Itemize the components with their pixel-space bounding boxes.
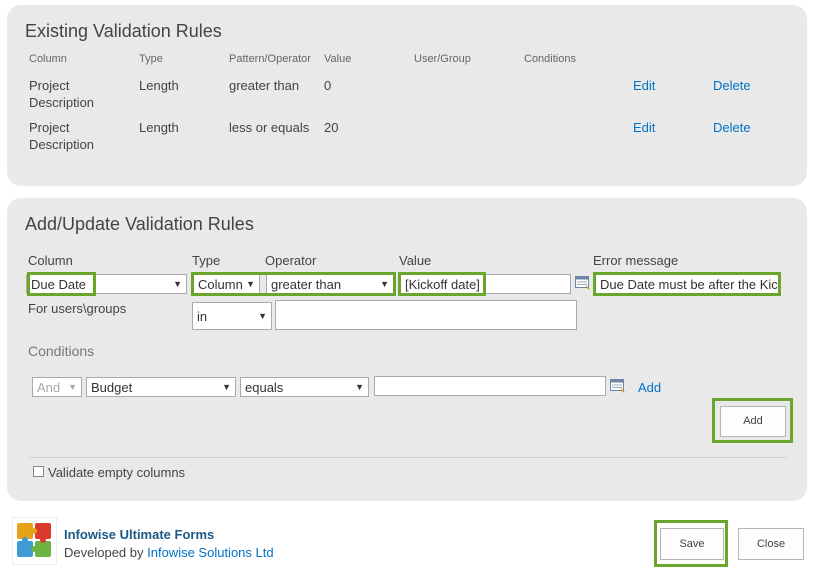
existing-rules-title: Existing Validation Rules xyxy=(25,21,222,41)
error-message-input[interactable]: Due Date must be after the Kickoff date xyxy=(595,274,779,294)
condition-value-input[interactable] xyxy=(374,376,606,396)
lookup-icon[interactable] xyxy=(610,379,626,393)
puzzle-logo xyxy=(12,517,57,565)
condition-operator-select[interactable]: equals ▼ xyxy=(240,377,369,397)
developer-prefix: Developed by xyxy=(64,545,144,560)
header-column: Column xyxy=(29,53,67,65)
product-name: Infowise Ultimate Forms xyxy=(64,527,215,542)
operator-select[interactable]: greater than ▼ xyxy=(266,274,394,294)
value-label: Value xyxy=(399,253,432,268)
header-value: Value xyxy=(324,53,352,65)
value-input[interactable]: [Kickoff date] xyxy=(400,274,571,294)
validate-empty-label: Validate empty columns xyxy=(48,465,186,480)
add-rule-button[interactable]: Add xyxy=(720,406,786,437)
conditions-label: Conditions xyxy=(28,343,95,359)
users-groups-select[interactable]: in ▼ xyxy=(192,302,272,330)
users-groups-input[interactable] xyxy=(275,300,577,330)
delete-rule-link[interactable]: Delete xyxy=(713,120,751,135)
chevron-down-icon: ▼ xyxy=(222,382,231,392)
condition-and-select[interactable]: And ▼ xyxy=(32,377,82,397)
chevron-down-icon: ▼ xyxy=(68,382,77,392)
header-user-group: User/Group xyxy=(414,53,471,65)
chevron-down-icon: ▼ xyxy=(173,279,182,289)
table-row-operator: greater than xyxy=(229,78,300,93)
lookup-icon[interactable] xyxy=(575,276,591,290)
column-select[interactable]: Due Date ▼ xyxy=(26,274,187,294)
table-row-column: Project Description xyxy=(29,120,95,152)
divider xyxy=(29,457,787,458)
condition-column-select[interactable]: Budget ▼ xyxy=(86,377,236,397)
header-type: Type xyxy=(139,53,163,65)
table-row-operator: less or equals xyxy=(229,120,310,135)
error-message-label: Error message xyxy=(593,253,679,268)
developer-line: Developed by Infowise Solutions Ltd xyxy=(64,545,274,560)
table-row-value: 20 xyxy=(324,120,339,135)
chevron-down-icon: ▼ xyxy=(380,279,389,289)
type-select[interactable]: Column ▼ xyxy=(193,274,260,294)
table-row-value: 0 xyxy=(324,78,332,93)
validate-empty-checkbox[interactable] xyxy=(33,466,44,477)
delete-rule-link[interactable]: Delete xyxy=(713,78,751,93)
edit-rule-link[interactable]: Edit xyxy=(633,120,655,135)
type-label: Type xyxy=(192,253,221,268)
add-update-title: Add/Update Validation Rules xyxy=(25,214,254,234)
save-button[interactable]: Save xyxy=(660,528,724,560)
operator-label: Operator xyxy=(265,253,317,268)
chevron-down-icon: ▼ xyxy=(258,311,267,321)
table-row-type: Length xyxy=(139,78,179,93)
column-label: Column xyxy=(28,253,73,268)
developer-link[interactable]: Infowise Solutions Ltd xyxy=(147,545,273,560)
chevron-down-icon: ▼ xyxy=(246,279,255,289)
header-operator: Pattern/Operator xyxy=(229,53,311,65)
edit-rule-link[interactable]: Edit xyxy=(633,78,655,93)
add-update-panel: Add/Update Validation Rules Column Type … xyxy=(7,198,807,501)
chevron-down-icon: ▼ xyxy=(355,382,364,392)
close-button[interactable]: Close xyxy=(738,528,804,560)
existing-rules-panel: Existing Validation Rules Column Type Pa… xyxy=(7,5,807,186)
header-conditions: Conditions xyxy=(524,53,576,65)
add-condition-link[interactable]: Add xyxy=(638,380,661,395)
table-row-type: Length xyxy=(139,120,179,135)
table-row-column: Project Description xyxy=(29,78,95,110)
users-groups-label: For users\groups xyxy=(28,301,127,316)
